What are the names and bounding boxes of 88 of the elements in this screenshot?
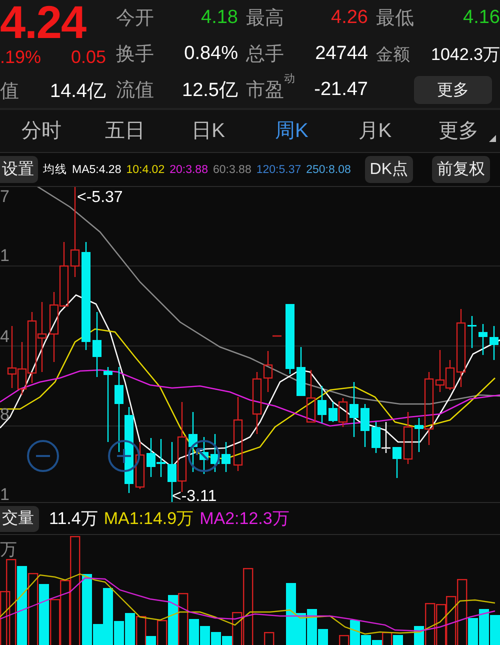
candlestick xyxy=(468,316,476,348)
axis-label: 4 xyxy=(0,327,10,346)
stat-value: 0.84% xyxy=(184,43,238,65)
period-tab[interactable]: 五日 xyxy=(83,110,167,152)
candlestick xyxy=(59,242,69,307)
candlestick xyxy=(222,442,230,472)
price-annotation: <-3.11 xyxy=(172,488,217,502)
volume-value: MA2:12.3万 xyxy=(200,508,290,530)
candlestick xyxy=(392,447,402,478)
volume-bar xyxy=(446,596,456,645)
candlestick xyxy=(372,422,380,453)
stat-label: 最低 xyxy=(376,7,414,31)
candlestick xyxy=(146,438,156,477)
stat-value: 1042.3万 xyxy=(431,44,500,66)
toolbar-button[interactable]: 前复权 xyxy=(432,156,490,183)
axis-label: 万 xyxy=(0,540,17,559)
stat-value: 4.26 xyxy=(331,7,368,29)
candlestick xyxy=(92,312,102,377)
candlestick xyxy=(272,335,282,338)
candlestick xyxy=(37,302,47,372)
zoom-in-icon[interactable] xyxy=(108,440,140,472)
moving-average-value: 20:3.88 xyxy=(170,164,208,176)
candlestick xyxy=(49,292,59,362)
stat-value: 4.16 xyxy=(463,7,500,29)
period-tab[interactable]: 日K xyxy=(166,110,250,152)
stat-label: 今开 xyxy=(116,7,154,31)
volume-bar xyxy=(39,584,49,645)
stat-label: 流值 xyxy=(116,79,154,103)
stat-value: 24744 xyxy=(315,43,368,65)
moving-average-value: MA5:4.28 xyxy=(72,164,122,176)
candlestick xyxy=(17,342,27,395)
price-annotation: <-5.37 xyxy=(77,189,123,206)
candlestick xyxy=(7,326,17,388)
candlestick xyxy=(478,324,488,355)
candlestick xyxy=(403,412,413,464)
toolbar-button[interactable]: DK点 xyxy=(364,156,413,183)
candlestick xyxy=(318,386,326,423)
stat-label: 金额 xyxy=(376,44,410,66)
stat-value: 4.18 xyxy=(201,7,238,29)
axis-label: 7 xyxy=(0,187,10,206)
volume-bar xyxy=(50,599,60,645)
period-tab[interactable]: 周K xyxy=(250,110,334,152)
stat-label: 总手 xyxy=(246,43,284,67)
change-percent: .19% xyxy=(0,46,42,68)
axis-label: 1 xyxy=(0,485,10,502)
candlestick xyxy=(350,382,358,437)
moving-average-value: 60:3.88 xyxy=(212,164,252,176)
volume-bar xyxy=(436,604,446,645)
stat-label: 值 xyxy=(0,80,19,104)
period-tab[interactable]: 更多 xyxy=(416,110,500,152)
volume-bar xyxy=(479,609,489,645)
moving-average-value: 250:8.08 xyxy=(306,164,351,176)
moving-average-value: 120:5.37 xyxy=(256,164,302,176)
volume-bar xyxy=(393,635,403,645)
legend-label: 均线 xyxy=(43,162,67,177)
stat-value: 12.5亿 xyxy=(182,79,238,103)
candlestick xyxy=(306,370,316,423)
period-tab[interactable]: 月K xyxy=(333,110,417,152)
volume-label: 交量 xyxy=(0,506,39,532)
settings-button[interactable]: 设置 xyxy=(0,156,38,183)
candlestick xyxy=(210,434,220,472)
stat-label: 换手 xyxy=(116,43,154,67)
candlestick xyxy=(490,326,498,360)
axis-label: 1 xyxy=(0,246,10,265)
stat-label: 最高 xyxy=(246,7,284,31)
candlestick xyxy=(188,412,198,472)
stat-value: 14.4亿 xyxy=(50,80,106,104)
volume-value: 11.4万 xyxy=(49,508,98,530)
candlestick xyxy=(296,347,306,396)
candlestick xyxy=(135,442,145,489)
candlestick xyxy=(156,439,166,477)
volume-bar xyxy=(264,632,274,645)
candlestick xyxy=(360,404,370,447)
volume-bar xyxy=(490,615,500,645)
volume-value: MA1:14.9万 xyxy=(104,508,194,530)
volume-bar xyxy=(28,573,38,645)
moving-average-value: 10:4.02 xyxy=(126,164,165,176)
change-value: 0.05 xyxy=(70,46,106,68)
period-tab[interactable]: 分时 xyxy=(0,110,84,152)
more-button[interactable]: 更多 xyxy=(414,76,492,104)
stat-value: -21.47 xyxy=(314,79,368,101)
volume-bar xyxy=(125,613,135,645)
candlestick xyxy=(27,312,37,383)
candlestick xyxy=(200,437,208,474)
candlestick xyxy=(286,304,294,374)
axis-label: 8 xyxy=(0,405,10,424)
last-price: 4.24 xyxy=(0,0,88,40)
candlestick xyxy=(382,422,390,453)
